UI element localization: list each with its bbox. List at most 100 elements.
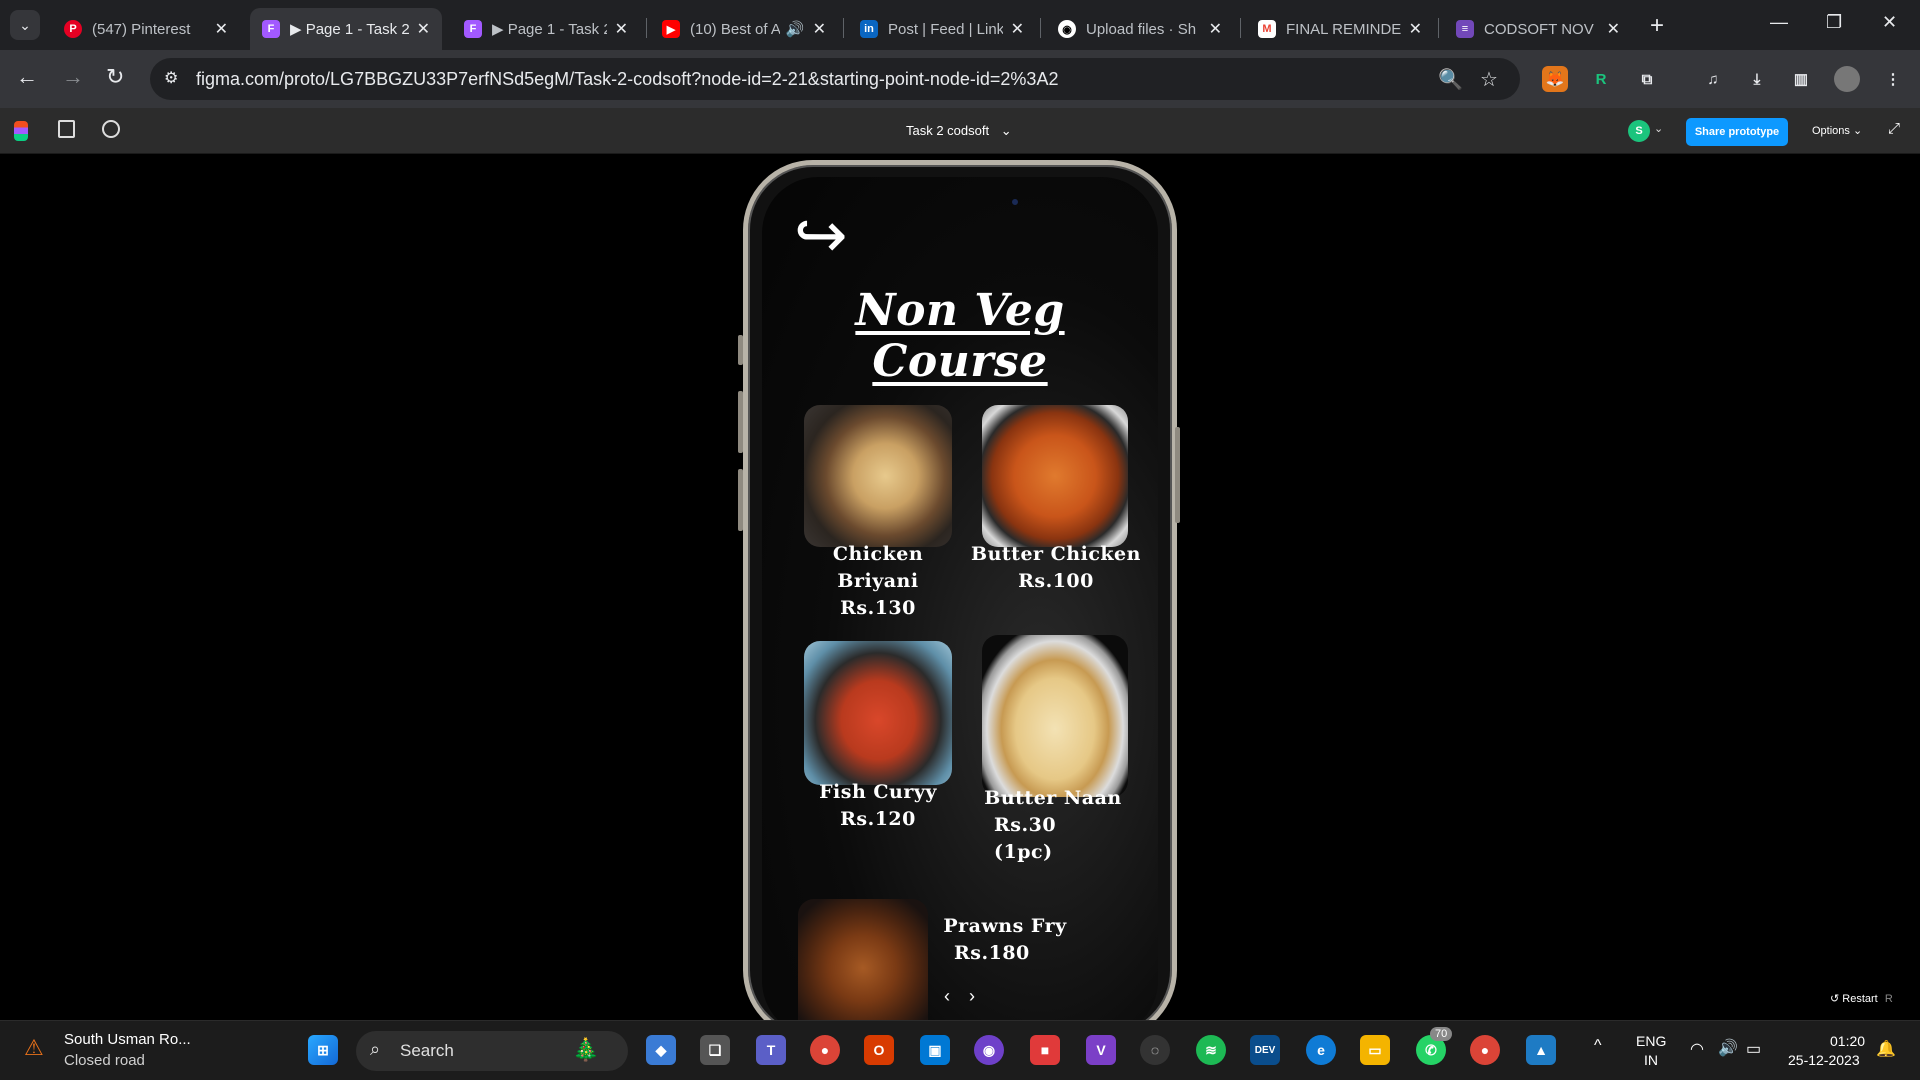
tab-linkedin[interactable]: in Post | Feed | Link ✕ xyxy=(848,8,1036,50)
taskbar-search[interactable]: ⌕ Search 🎄 xyxy=(356,1031,628,1071)
tab-search-button[interactable]: ⌄ xyxy=(10,10,40,40)
photos-icon[interactable]: ▲ xyxy=(1526,1035,1556,1065)
visual-studio-icon[interactable]: V xyxy=(1086,1035,1116,1065)
task-view-icon[interactable]: ❏ xyxy=(700,1035,730,1065)
browser-tab-strip: ⌄ P (547) Pinterest ✕ F ▶ Page 1 - Task … xyxy=(0,0,1920,50)
wifi-icon[interactable]: ◠ xyxy=(1690,1039,1704,1059)
butter-chicken-image[interactable] xyxy=(982,405,1128,547)
chevron-down-icon: ⌄ xyxy=(1000,123,1012,138)
camera-icon[interactable]: ■ xyxy=(1030,1035,1060,1065)
battery-icon[interactable]: ▭ xyxy=(1746,1039,1761,1059)
comment-icon[interactable] xyxy=(102,120,120,138)
copilot-icon[interactable]: ◆ xyxy=(646,1035,676,1065)
speaker-icon[interactable]: 🔊 xyxy=(786,20,805,38)
url-text[interactable]: figma.com/proto/LG7BBGZU33P7erfNSd5egM/T… xyxy=(196,69,1058,90)
forward-icon[interactable]: → xyxy=(62,64,84,90)
restart-button[interactable]: ↺ Restart R xyxy=(1830,992,1893,1005)
minimize-icon[interactable]: — xyxy=(1770,12,1788,33)
notification-bell-icon[interactable]: 🔔 xyxy=(1876,1039,1896,1059)
tab-close-icon[interactable]: ✕ xyxy=(215,19,228,39)
office-icon[interactable]: O xyxy=(864,1035,894,1065)
file-title[interactable]: Task 2 codsoft ⌄ xyxy=(906,123,1012,139)
butter-naan-image[interactable] xyxy=(982,635,1128,797)
zoom-icon[interactable]: 🔍 xyxy=(1438,67,1463,92)
back-icon[interactable]: ← xyxy=(16,64,38,90)
edge-icon[interactable]: e xyxy=(1306,1035,1336,1065)
clock-date[interactable]: 25-12-2023 xyxy=(1788,1052,1860,1068)
tab-separator xyxy=(1040,18,1041,38)
profile-avatar[interactable] xyxy=(1834,66,1860,92)
github-desktop-icon[interactable]: ◉ xyxy=(974,1035,1004,1065)
widget-title[interactable]: South Usman Ro... xyxy=(64,1031,191,1048)
dish-price: Rs.100 xyxy=(1018,570,1094,592)
side-panel-icon[interactable]: ▥ xyxy=(1788,66,1814,92)
tab-close-icon[interactable]: ✕ xyxy=(1409,19,1422,39)
tab-close-icon[interactable]: ✕ xyxy=(1209,19,1222,39)
teams-icon[interactable]: T xyxy=(756,1035,786,1065)
windows-start-icon[interactable]: ⊞ xyxy=(308,1035,338,1065)
address-bar[interactable]: ⚙ figma.com/proto/LG7BBGZU33P7erfNSd5egM… xyxy=(150,58,1520,100)
back-arrow-icon[interactable]: ↩ xyxy=(794,199,848,273)
new-tab-button[interactable]: + xyxy=(1650,12,1664,40)
chevron-up-icon[interactable]: ^ xyxy=(1594,1037,1602,1055)
chrome-active-icon[interactable]: ● xyxy=(1470,1035,1500,1065)
traffic-alert-icon[interactable]: ⚠ xyxy=(24,1035,44,1061)
tab-gmail[interactable]: M FINAL REMINDER ✕ xyxy=(1246,8,1434,50)
share-prototype-button[interactable]: Share prototype xyxy=(1686,118,1788,146)
tab-close-icon[interactable]: ✕ xyxy=(813,19,826,39)
fullscreen-icon[interactable]: ⤢ xyxy=(1888,120,1900,137)
options-button[interactable]: Options ⌄ xyxy=(1812,124,1862,137)
reload-icon[interactable]: ↻ xyxy=(106,64,124,90)
previous-frame-icon[interactable]: ‹ xyxy=(944,986,950,1006)
chrome-icon[interactable]: ● xyxy=(810,1035,840,1065)
tab-close-icon[interactable]: ✕ xyxy=(615,19,628,39)
extensions-puzzle-icon[interactable]: ⧉ xyxy=(1634,66,1660,92)
tab-close-icon[interactable]: ✕ xyxy=(417,19,430,39)
figma-logo-icon[interactable] xyxy=(14,121,28,141)
close-window-icon[interactable]: ✕ xyxy=(1882,12,1897,33)
phone-screen: ↩ Non Veg Course Chicken Briyani Rs.130 … xyxy=(762,177,1158,1020)
widget-subtitle: Closed road xyxy=(64,1052,145,1069)
tab-youtube[interactable]: ▶ (10) Best of A 🔊 ✕ xyxy=(650,8,838,50)
dev-home-icon[interactable]: DEV xyxy=(1250,1035,1280,1065)
browser-menu-icon[interactable]: ⋮ xyxy=(1880,66,1906,92)
media-control-icon[interactable]: ♫ xyxy=(1700,66,1726,92)
tab-figma[interactable]: F ▶ Page 1 - Task 2 ✕ xyxy=(452,8,640,50)
search-icon: ⌕ xyxy=(370,1039,381,1059)
collaborator-avatar[interactable]: S xyxy=(1628,120,1650,142)
notification-badge: 70 xyxy=(1430,1027,1453,1041)
dish-name: Fish Curyy xyxy=(819,781,937,803)
next-frame-icon[interactable]: › xyxy=(969,986,975,1006)
site-info-icon[interactable]: ⚙ xyxy=(164,68,178,88)
tab-figma-active[interactable]: F ▶ Page 1 - Task 2 ✕ xyxy=(250,8,442,50)
tab-close-icon[interactable]: ✕ xyxy=(1011,19,1024,39)
prawns-fry-image[interactable] xyxy=(798,899,928,1020)
store-icon[interactable]: ▣ xyxy=(920,1035,950,1065)
tab-github[interactable]: ◉ Upload files · Sh ✕ xyxy=(1046,8,1234,50)
file-explorer-icon[interactable]: ▭ xyxy=(1360,1035,1390,1065)
chicken-biryani-image[interactable] xyxy=(804,405,952,547)
obs-icon[interactable]: ◌ xyxy=(1140,1035,1170,1065)
tab-google-forms[interactable]: ≡ CODSOFT NOV 1 ✕ xyxy=(1444,8,1632,50)
prototype-pager: ‹ › xyxy=(944,986,975,1007)
language-indicator[interactable]: ENG xyxy=(1636,1033,1666,1049)
fish-curry-image[interactable] xyxy=(804,641,952,785)
restore-icon[interactable]: ❐ xyxy=(1826,12,1842,33)
extension-r-icon[interactable]: R xyxy=(1588,66,1614,92)
dish-price: Rs.30 xyxy=(994,814,1057,836)
dish-name: Butter Chicken xyxy=(971,543,1141,565)
clock-time[interactable]: 01:20 xyxy=(1830,1033,1865,1049)
linkedin-icon: in xyxy=(860,20,878,38)
sidebar-toggle-icon[interactable] xyxy=(58,120,75,138)
tab-separator xyxy=(843,18,844,38)
volume-icon[interactable]: 🔊 xyxy=(1718,1038,1738,1058)
download-icon[interactable]: ⤓ xyxy=(1744,66,1770,92)
tab-close-icon[interactable]: ✕ xyxy=(1607,19,1620,39)
spotify-icon[interactable]: ≋ xyxy=(1196,1035,1226,1065)
figma-prototype-bar: Task 2 codsoft ⌄ S ⌄ Share prototype Opt… xyxy=(0,108,1920,154)
metamask-icon[interactable]: 🦊 xyxy=(1542,66,1568,92)
tab-pinterest[interactable]: P (547) Pinterest ✕ xyxy=(52,8,240,50)
menu-title: Non Veg Course xyxy=(855,285,1065,387)
chevron-down-icon[interactable]: ⌄ xyxy=(1654,122,1663,135)
bookmark-star-icon[interactable]: ☆ xyxy=(1480,67,1498,92)
